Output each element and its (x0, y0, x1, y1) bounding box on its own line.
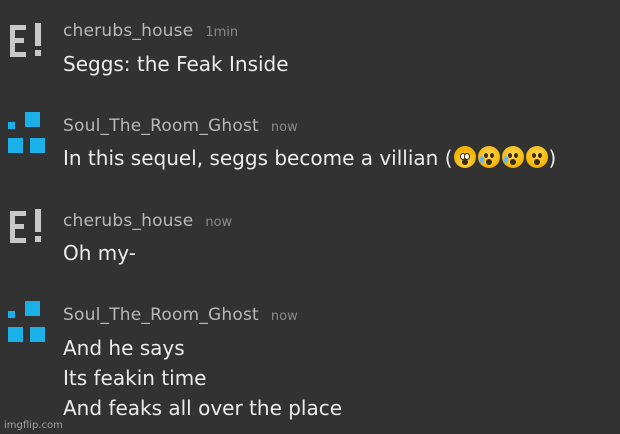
user-avatar-icon[interactable] (8, 21, 44, 57)
message-line: And he says (63, 336, 185, 360)
message-header: cherubs_house 1min (63, 21, 238, 41)
message-line: In this sequel, seggs become a villian ( (63, 146, 453, 170)
message-line: Its feakin time (63, 366, 207, 390)
timestamp: now (270, 120, 298, 135)
username[interactable]: cherubs_house (63, 21, 193, 41)
message-header: Soul_The_Room_Ghost now (63, 116, 298, 136)
timestamp: now (205, 215, 233, 230)
anxious-sweat-face-icon (501, 146, 524, 168)
message-line: Seggs: the Feak Inside (63, 52, 289, 76)
username[interactable]: cherubs_house (63, 211, 193, 231)
message-content: Seggs: the Feak Inside (63, 49, 289, 79)
message-content: And he says Its feakin time And feaks al… (63, 333, 342, 423)
username[interactable]: Soul_The_Room_Ghost (63, 305, 259, 325)
watermark: imgflip.com (4, 420, 63, 431)
message-line: Oh my- (63, 241, 136, 265)
message-line: And feaks all over the place (63, 396, 343, 420)
fearful-face-icon (525, 146, 548, 168)
anxious-sweat-face-icon (477, 146, 500, 168)
message-header: Soul_The_Room_Ghost now (63, 305, 298, 325)
message-content: Oh my- (63, 238, 136, 268)
user-avatar-icon[interactable] (8, 209, 44, 247)
user-avatar-icon[interactable] (8, 301, 45, 342)
user-avatar-icon[interactable] (8, 112, 45, 153)
message-header: cherubs_house now (63, 211, 232, 231)
screaming-face-icon (453, 146, 476, 168)
username[interactable]: Soul_The_Room_Ghost (63, 116, 259, 136)
message-line-end: ) (548, 146, 557, 170)
message-content: In this sequel, seggs become a villian (… (63, 143, 556, 173)
timestamp: now (270, 309, 298, 324)
timestamp: 1min (205, 25, 239, 40)
